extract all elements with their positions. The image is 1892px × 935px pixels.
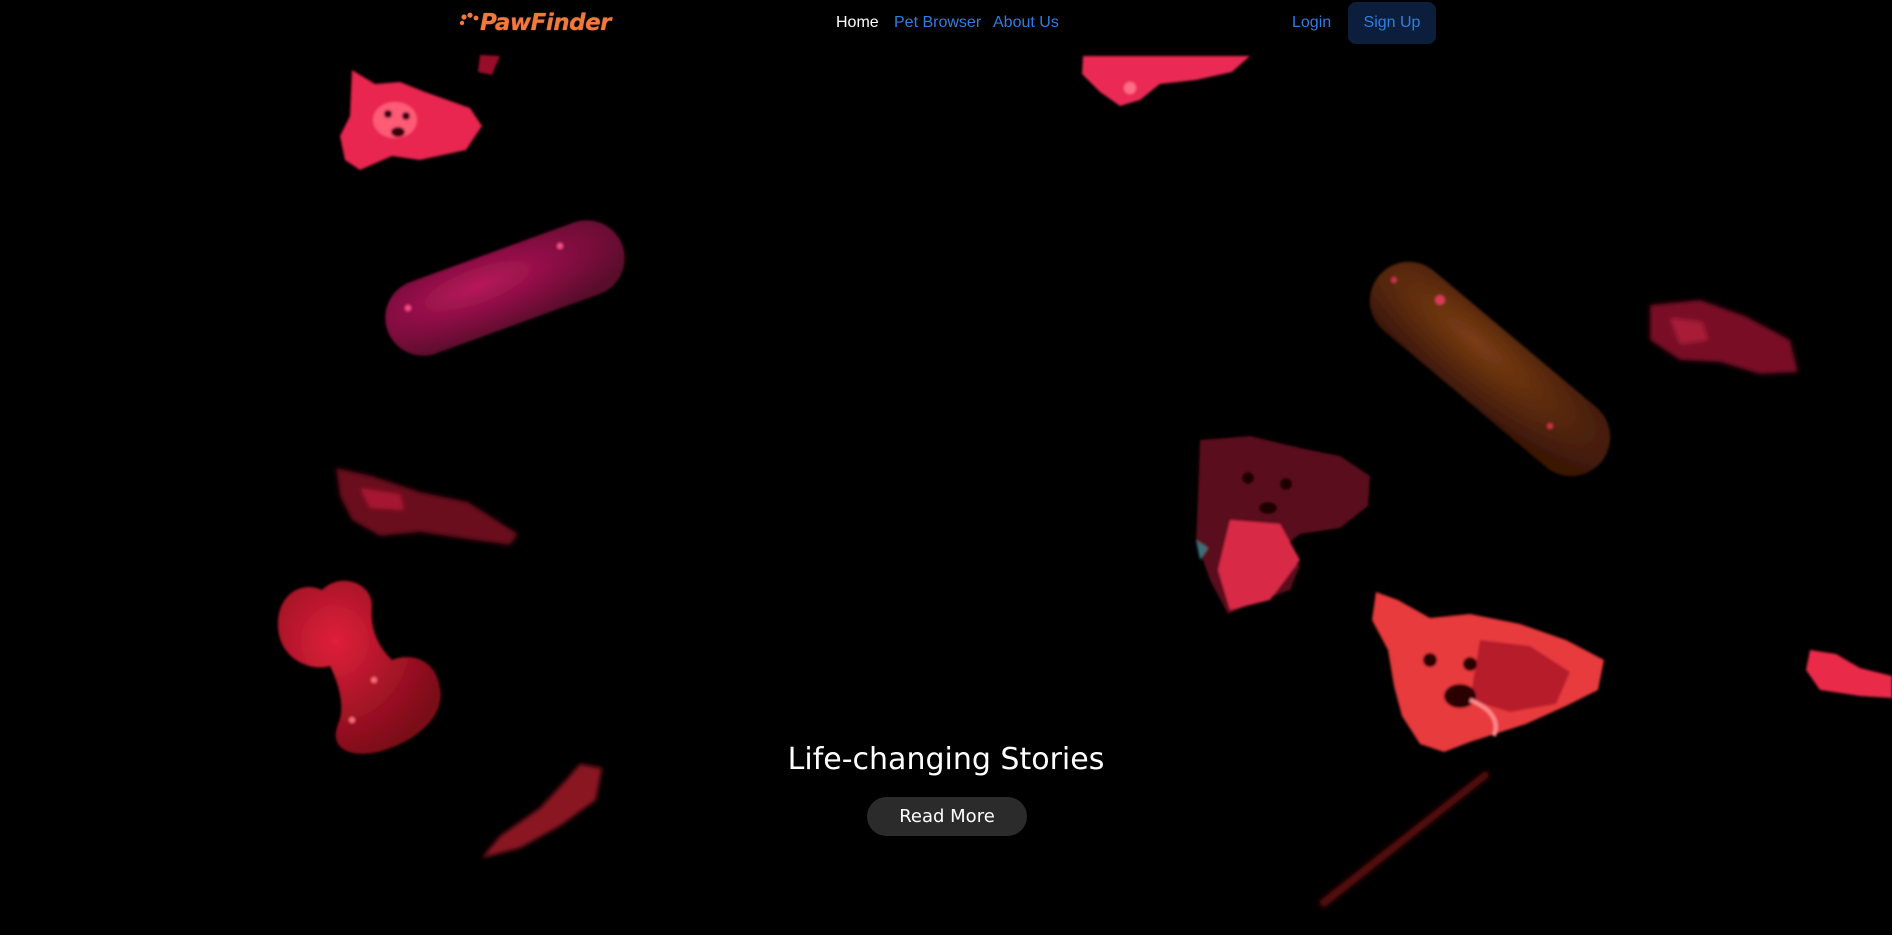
brand-name: PawFinder <box>480 10 612 36</box>
dog-figure <box>340 70 482 170</box>
login-link[interactable]: Login <box>1292 13 1331 33</box>
nav-about-us-link[interactable]: About Us <box>993 13 1059 33</box>
paw-icon <box>459 12 479 26</box>
brand-logo[interactable]: PawFinder <box>459 6 612 40</box>
page: PawFinder Home Pet Browser About Us Logi… <box>0 0 1892 935</box>
sign-up-button[interactable]: Sign Up <box>1348 2 1436 44</box>
navbar: PawFinder Home Pet Browser About Us Logi… <box>0 0 1892 46</box>
read-more-button[interactable]: Read More <box>867 797 1027 836</box>
nav-home-link[interactable]: Home <box>836 13 879 33</box>
hero-background-art <box>277 55 1892 908</box>
hero-title: Life-changing Stories <box>787 742 1105 777</box>
nav-pet-browser-link[interactable]: Pet Browser <box>894 13 981 33</box>
